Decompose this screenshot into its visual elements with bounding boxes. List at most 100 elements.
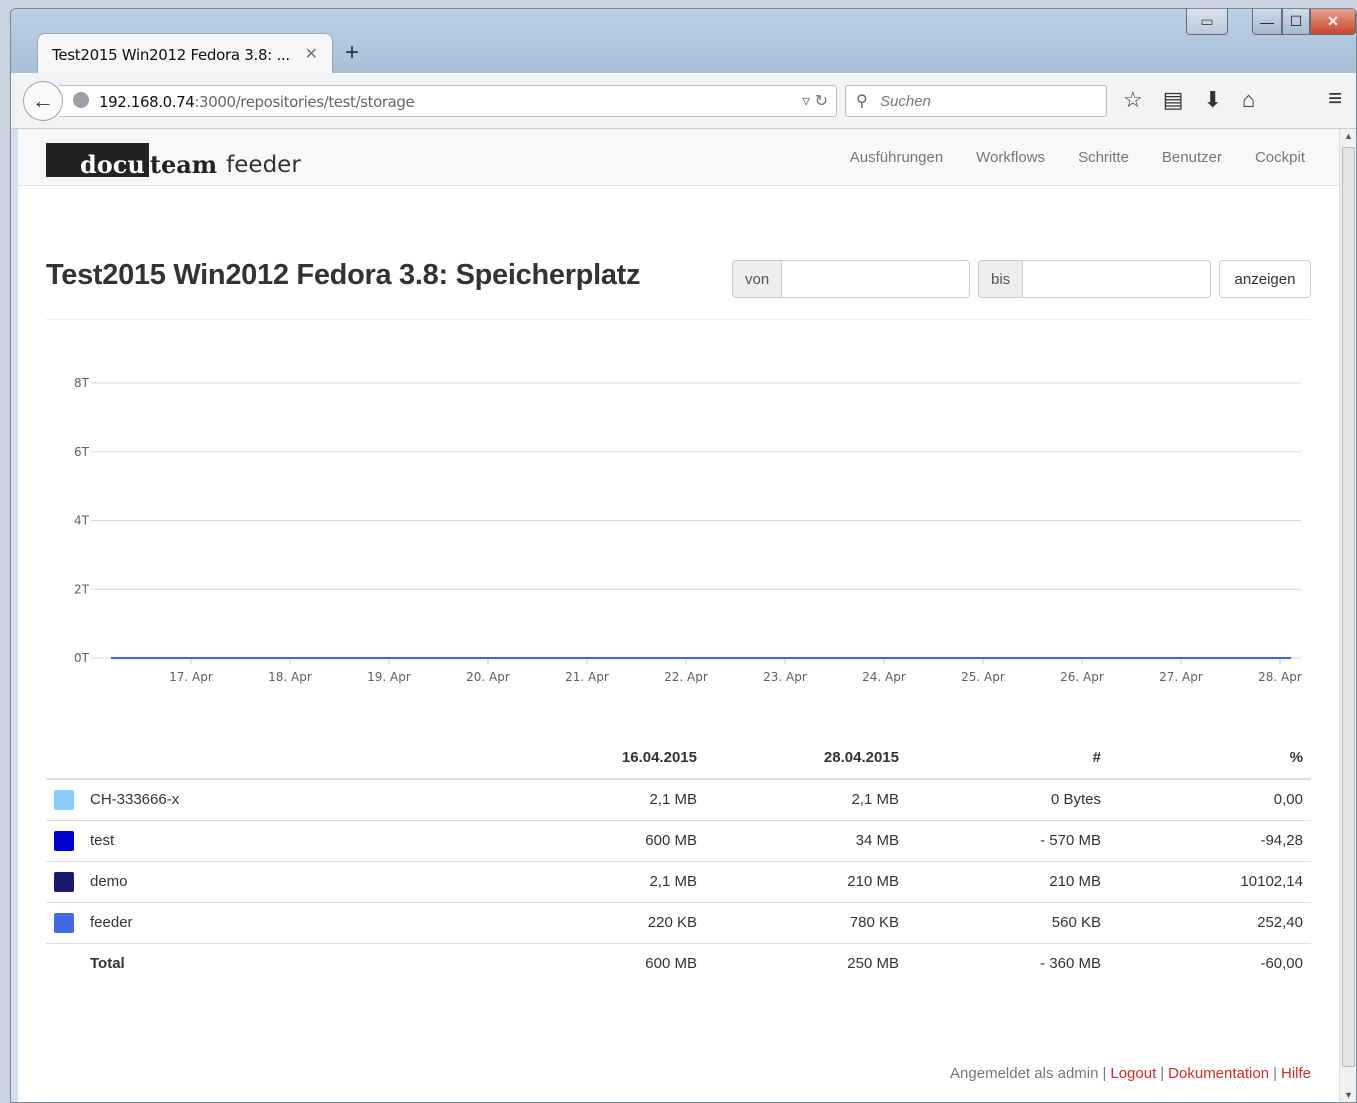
browser-toolbar: 192.168.0.74:3000/repositories/test/stor…	[11, 73, 1356, 129]
nav-ausfuehrungen[interactable]: Ausführungen	[850, 149, 943, 166]
window-controls: ▭ — ☐ ✕	[1186, 9, 1356, 37]
x-tick-label: 17. Apr	[169, 670, 213, 684]
search-placeholder: Suchen	[880, 93, 931, 110]
y-tick-label: 2T	[74, 582, 90, 596]
nav-workflows[interactable]: Workflows	[976, 149, 1045, 166]
row-name: demo	[82, 860, 545, 902]
logged-in-text: Angemeldet als admin	[950, 1065, 1099, 1082]
help-link[interactable]: Hilfe	[1281, 1065, 1311, 1082]
main-nav: Ausführungen Workflows Schritte Benutzer…	[850, 149, 1305, 166]
row-end: 780 KB	[705, 901, 907, 943]
nav-benutzer[interactable]: Benutzer	[1162, 149, 1222, 166]
toolbar-icons: ☆ ▤ ⬇ ⌂	[1123, 87, 1255, 113]
download-icon[interactable]: ⬇	[1204, 87, 1222, 113]
page-content: docu team feeder Ausführungen Workflows Sc…	[18, 129, 1339, 1102]
y-tick-label: 4T	[74, 514, 90, 528]
total-label: Total	[82, 942, 545, 984]
scrollbar-thumb[interactable]	[1342, 147, 1355, 1067]
home-icon[interactable]: ⌂	[1242, 87, 1255, 113]
table-row: feeder 220 KB 780 KB 560 KB 252,40	[46, 901, 1311, 943]
table-row: demo 2,1 MB 210 MB 210 MB 10102,14	[46, 860, 1311, 902]
url-text: 192.168.0.74:3000/repositories/test/stor…	[99, 93, 415, 111]
row-percent: 252,40	[1109, 901, 1311, 943]
footer-separator: |	[1273, 1065, 1277, 1082]
table-total-row: Total 600 MB 250 MB - 360 MB -60,00	[46, 942, 1311, 984]
page-scrollbar[interactable]: ▲ ▼	[1339, 129, 1356, 1102]
app-navbar: docu team feeder Ausführungen Workflows Sc…	[18, 129, 1339, 186]
new-tab-icon[interactable]: +	[345, 39, 359, 67]
browser-window: Test2015 Win2012 Fedora 3.8: ... ✕ + ▭ —…	[10, 8, 1357, 1103]
tab-close-icon[interactable]: ✕	[305, 44, 318, 64]
back-arrow-icon[interactable]: ←	[23, 81, 63, 121]
bookmark-star-icon[interactable]: ☆	[1123, 87, 1143, 113]
series-color-swatch	[54, 789, 74, 810]
nav-cockpit[interactable]: Cockpit	[1255, 149, 1305, 166]
url-bar[interactable]: 192.168.0.74:3000/repositories/test/stor…	[59, 85, 837, 117]
close-window-icon[interactable]: ✕	[1310, 9, 1356, 35]
x-tick-label: 25. Apr	[961, 670, 1005, 684]
x-tick-label: 28. Apr	[1258, 670, 1302, 684]
maximize-icon[interactable]: ☐	[1282, 9, 1310, 35]
x-tick-label: 19. Apr	[367, 670, 411, 684]
row-diff: 210 MB	[907, 860, 1109, 902]
footer-separator: |	[1160, 1065, 1165, 1082]
documentation-link[interactable]: Dokumentation	[1168, 1065, 1269, 1082]
reload-icon[interactable]: ▿ ↻	[802, 91, 828, 111]
row-diff: - 570 MB	[907, 819, 1109, 861]
table-row: CH-333666-x 2,1 MB 2,1 MB 0 Bytes 0,00	[46, 779, 1311, 820]
from-date-group: von	[732, 260, 971, 298]
x-tick-label: 20. Apr	[466, 670, 510, 684]
header-end-date: 28.04.2015	[705, 737, 907, 780]
reading-list-icon[interactable]: ▤	[1163, 87, 1184, 113]
header-swatch	[46, 737, 82, 780]
divider	[46, 319, 1311, 320]
footer: Angemeldet als admin | Logout | Dokumentatio…	[950, 1065, 1311, 1082]
row-end: 34 MB	[705, 819, 907, 861]
row-name: CH-333666-x	[90, 791, 180, 809]
storage-chart: 0T 2T 4T 6T 8T 17. Apr 18. Apr 19. Apr 20. Apr 21…	[74, 376, 1302, 684]
logo-docu: docu	[46, 143, 149, 177]
to-label: bis	[978, 260, 1024, 298]
header-name	[82, 737, 545, 780]
logo-team: team	[149, 150, 218, 179]
search-input[interactable]: ⚲ Suchen	[845, 85, 1107, 117]
row-name: feeder	[82, 901, 545, 943]
hamburger-menu-icon[interactable]: ≡	[1328, 85, 1342, 113]
header-start-date: 16.04.2015	[545, 737, 705, 780]
row-start: 600 MB	[545, 819, 705, 861]
y-tick-label: 6T	[74, 445, 90, 459]
docuteam-logo[interactable]: docu team feeder	[46, 141, 301, 177]
nav-schritte[interactable]: Schritte	[1078, 149, 1129, 166]
header-diff: #	[907, 737, 1109, 780]
series-color-swatch	[54, 912, 74, 933]
row-start: 2,1 MB	[545, 860, 705, 902]
row-name: test	[82, 819, 545, 861]
minimize-icon[interactable]: —	[1252, 9, 1282, 35]
show-button[interactable]: anzeigen	[1219, 260, 1311, 298]
to-date-input[interactable]	[1023, 260, 1212, 298]
total-end: 250 MB	[705, 942, 907, 984]
x-tick-label: 26. Apr	[1060, 670, 1104, 684]
row-start: 2,1 MB	[649, 791, 697, 809]
row-percent: 10102,14	[1109, 860, 1311, 902]
total-percent: -60,00	[1109, 942, 1311, 984]
row-end: 2,1 MB	[851, 791, 899, 809]
row-diff: 0 Bytes	[1050, 791, 1101, 809]
series-color-swatch	[54, 871, 74, 892]
logo-feeder: feeder	[226, 152, 301, 178]
total-start: 600 MB	[545, 942, 705, 984]
tab-title: Test2015 Win2012 Fedora 3.8: ...	[52, 46, 290, 64]
x-tick-label: 24. Apr	[862, 670, 906, 684]
restore-extra-icon[interactable]: ▭	[1186, 9, 1228, 35]
from-date-input[interactable]	[782, 260, 971, 298]
scroll-up-icon[interactable]: ▲	[1344, 131, 1353, 141]
search-icon: ⚲	[856, 93, 868, 110]
title-bar: Test2015 Win2012 Fedora 3.8: ... ✕ + ▭ —…	[11, 9, 1356, 75]
logout-link[interactable]: Logout	[1110, 1065, 1156, 1082]
scroll-down-icon[interactable]: ▼	[1344, 1090, 1353, 1100]
row-start: 220 KB	[545, 901, 705, 943]
row-end: 210 MB	[705, 860, 907, 902]
browser-tab[interactable]: Test2015 Win2012 Fedora 3.8: ... ✕	[37, 33, 333, 75]
row-percent: -94,28	[1109, 819, 1311, 861]
x-tick-label: 18. Apr	[268, 670, 312, 684]
